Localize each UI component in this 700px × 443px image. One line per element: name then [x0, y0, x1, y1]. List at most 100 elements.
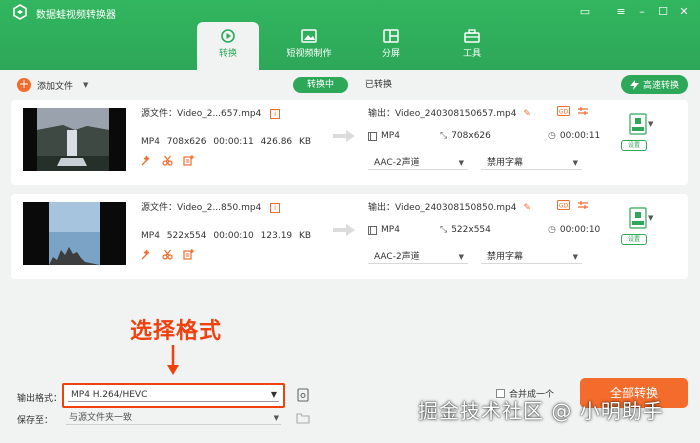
edit-video-icon[interactable] [183, 249, 194, 260]
tab-converted[interactable]: 已转换 [365, 77, 392, 93]
output-format-select[interactable]: MP4 H.264/HEVC ▼ [62, 383, 285, 408]
folder-icon[interactable] [296, 411, 310, 425]
app-window: 数据蛙视频转换器 ▭ ≡ – ☐ ✕ 转换 短视频制作 分屏 工具 + 添加文件… [0, 0, 700, 443]
svg-text:GD: GD [559, 109, 569, 116]
tab-convert-label: 转换 [218, 49, 237, 59]
rename-icon[interactable]: ✎ [523, 109, 531, 119]
tab-short-video[interactable]: 短视频制作 [278, 22, 340, 70]
tab-converting[interactable]: 转换中 [293, 77, 348, 93]
output-duration-text: 00:00:10 [559, 225, 601, 235]
edit-video-icon[interactable] [183, 155, 194, 166]
add-file-button[interactable]: + 添加文件 ▼ [17, 77, 88, 93]
chevron-down-icon[interactable]: ▼ [648, 120, 653, 128]
chevron-down-icon[interactable]: ▼ [648, 214, 653, 222]
app-logo-icon [13, 4, 27, 20]
tab-tools[interactable]: 工具 [441, 22, 503, 70]
output-format-value: MP4 H.264/HEVC [71, 390, 148, 400]
output-duration: ◷ 00:00:10 [548, 225, 600, 235]
chevron-down-icon: ▼ [458, 253, 464, 261]
output-resolution: ⤡ 708x626 [440, 131, 491, 141]
output-tools: GD [557, 200, 588, 210]
split-screen-icon [383, 29, 399, 43]
output-resolution-text: 522x554 [451, 225, 491, 235]
file-card: 源文件：Video_2...657.mp4 i MP4 708x626 00:0… [11, 100, 688, 185]
fast-convert-button[interactable]: 高速转换 [621, 75, 688, 94]
plus-icon: + [17, 77, 31, 92]
settings-button[interactable]: 设置 [621, 234, 647, 245]
convert-icon [221, 29, 235, 43]
title-bar: 数据蛙视频转换器 ▭ ≡ – ☐ ✕ 转换 短视频制作 分屏 工具 [0, 0, 700, 70]
output-format: MP4 [368, 225, 400, 235]
adjust-icon[interactable] [578, 106, 588, 116]
rename-icon[interactable]: ✎ [523, 203, 531, 213]
lightning-icon [629, 79, 639, 90]
source-meta: MP4 708x626 00:00:11 426.86 KB [141, 137, 311, 147]
adjust-icon[interactable] [578, 200, 588, 210]
maximize-icon[interactable]: ☐ [655, 4, 671, 20]
source-filename: 源文件：Video_2...657.mp4 i [141, 106, 281, 119]
tab-split-screen[interactable]: 分屏 [360, 22, 422, 70]
hd-badge-icon[interactable]: GD [557, 200, 570, 210]
clock-icon: ◷ [548, 225, 556, 235]
subtitle-select[interactable]: 禁用字幕 ▼ [481, 156, 582, 170]
source-size: 426.86 KB [260, 137, 312, 147]
subtitle-select[interactable]: 禁用字幕 ▼ [481, 250, 582, 264]
audio-track-value: AAC-2声道 [374, 158, 420, 168]
enhance-icon[interactable] [141, 249, 152, 260]
audio-track-select[interactable]: AAC-2声道 ▼ [368, 156, 468, 170]
scissors-icon[interactable] [162, 155, 173, 166]
chevron-down-icon: ▼ [270, 390, 277, 399]
add-file-label: 添加文件 [37, 81, 74, 92]
output-filename-text: 输出：Video_240308150850.mp4 [368, 203, 517, 213]
tab-short-video-label: 短视频制作 [286, 49, 332, 59]
enhance-icon[interactable] [141, 155, 152, 166]
close-icon[interactable]: ✕ [676, 4, 692, 20]
restore-icon[interactable]: ▭ [577, 4, 593, 20]
minimize-icon[interactable]: – [634, 4, 650, 20]
chevron-down-icon: ▼ [458, 159, 464, 167]
output-duration-text: 00:00:11 [559, 131, 601, 141]
source-duration: 00:00:10 [213, 231, 254, 241]
output-resolution-text: 708x626 [451, 131, 491, 141]
annotation-arrow-icon [167, 345, 179, 375]
format-mp4-icon[interactable] [628, 113, 648, 135]
tab-convert[interactable]: 转换 [197, 22, 259, 70]
source-format: MP4 [141, 137, 160, 147]
video-thumbnail[interactable] [23, 202, 126, 265]
edit-tools [141, 249, 194, 260]
settings-button[interactable]: 设置 [621, 140, 647, 151]
save-path-select[interactable]: 与源文件夹一致 ▼ [66, 411, 281, 425]
chevron-down-icon: ▼ [273, 414, 279, 422]
save-to-label: 保存至： [17, 416, 54, 426]
format-mp4-icon[interactable] [628, 207, 648, 229]
info-icon[interactable]: i [270, 108, 281, 119]
fast-convert-label: 高速转换 [642, 81, 679, 91]
toolbox-icon [464, 29, 480, 43]
source-format: MP4 [141, 231, 160, 241]
video-thumbnail[interactable] [23, 108, 126, 171]
output-filename: 输出：Video_240308150657.mp4 ✎ [368, 106, 531, 119]
chevron-down-icon: ▼ [572, 253, 578, 261]
chevron-down-icon: ▼ [572, 159, 578, 167]
chevron-down-icon[interactable]: ▼ [83, 81, 88, 89]
annotation-label: 选择格式 [130, 319, 223, 344]
output-format-label: 输出格式： [17, 394, 63, 404]
output-format-text: MP4 [381, 131, 400, 141]
audio-track-select[interactable]: AAC-2声道 ▼ [368, 250, 468, 264]
arrow-right-icon [333, 224, 355, 236]
hd-badge-icon[interactable]: GD [557, 106, 570, 116]
source-resolution: 522x554 [166, 231, 207, 241]
menu-icon[interactable]: ≡ [613, 4, 629, 20]
format-settings-icon[interactable] [296, 388, 310, 402]
info-icon[interactable]: i [270, 202, 281, 213]
source-filename: 源文件：Video_2...850.mp4 i [141, 200, 281, 213]
scissors-icon[interactable] [162, 249, 173, 260]
source-filename-text: 源文件：Video_2...850.mp4 [141, 203, 262, 213]
output-format: MP4 [368, 131, 400, 141]
resize-icon: ⤡ [440, 225, 448, 235]
file-card: 源文件：Video_2...850.mp4 i MP4 522x554 00:0… [11, 194, 688, 279]
source-duration: 00:00:11 [213, 137, 254, 147]
source-size: 123.19 KB [260, 231, 312, 241]
output-filename: 输出：Video_240308150850.mp4 ✎ [368, 200, 531, 213]
app-title: 数据蛙视频转换器 [36, 10, 116, 21]
